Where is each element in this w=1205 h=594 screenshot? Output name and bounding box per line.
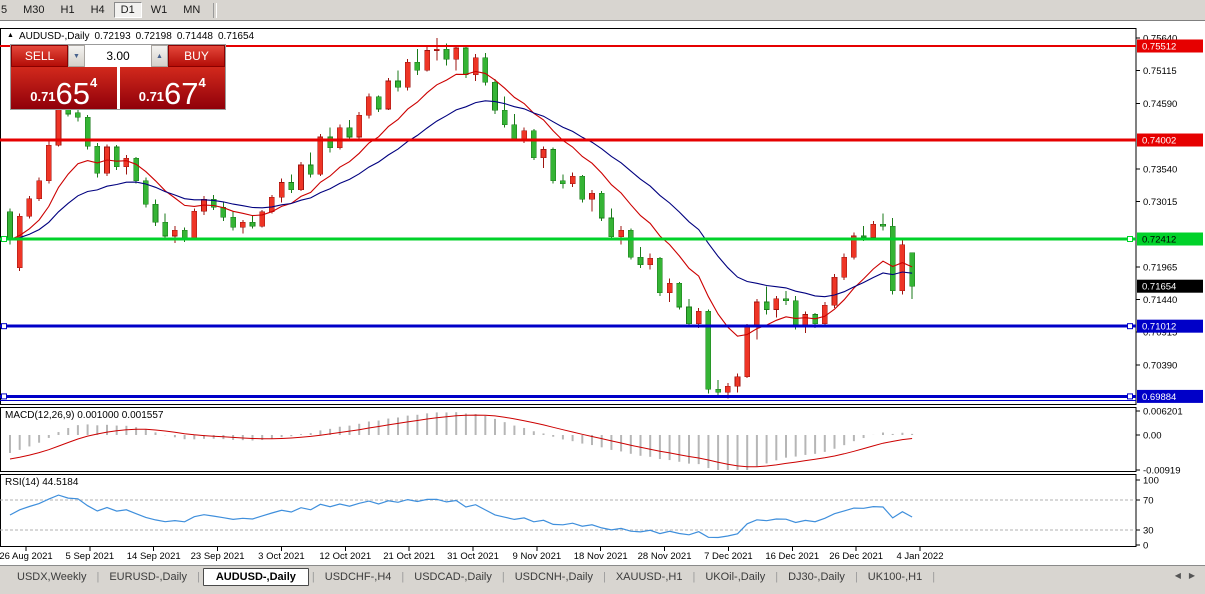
- chevron-up-icon: ▲: [156, 53, 163, 60]
- chevron-down-icon: ▼: [73, 53, 80, 60]
- ohlc-low: 0.71448: [177, 31, 213, 42]
- buy-price-sup: 4: [199, 75, 206, 90]
- buy-price-prefix: 0.71: [139, 89, 164, 104]
- volume-increase-button[interactable]: ▲: [151, 45, 168, 67]
- tab-usdcnh-daily[interactable]: USDCNH-,Daily: [506, 569, 602, 585]
- volume-decrease-button[interactable]: ▼: [68, 45, 85, 67]
- timeframe-button-h1[interactable]: H1: [54, 2, 82, 18]
- ohlc-close: 0.71654: [218, 31, 254, 42]
- timeframe-button-5[interactable]: 5: [0, 2, 14, 18]
- svg-text:4 Jan 2022: 4 Jan 2022: [896, 551, 943, 562]
- svg-text:0.75512: 0.75512: [1142, 41, 1176, 52]
- svg-text:18 Nov 2021: 18 Nov 2021: [574, 551, 628, 562]
- sell-price-sup: 4: [90, 75, 97, 90]
- svg-text:14 Sep 2021: 14 Sep 2021: [127, 551, 181, 562]
- toolbar-separator: [213, 3, 217, 18]
- svg-text:21 Oct 2021: 21 Oct 2021: [383, 551, 435, 562]
- tab-dj30-daily[interactable]: DJ30-,Daily: [779, 569, 854, 585]
- chart-symbol-label: AUDUSD-,Daily: [19, 31, 90, 42]
- svg-text:0.72412: 0.72412: [1142, 235, 1176, 246]
- sell-price-button[interactable]: 0.71654: [11, 67, 117, 109]
- tab-scroll-left-icon[interactable]: ◀: [1175, 571, 1181, 580]
- ohlc-high: 0.72198: [136, 31, 172, 42]
- tab-usdchf-h4[interactable]: USDCHF-,H4: [316, 569, 401, 585]
- svg-text:0.73015: 0.73015: [1143, 197, 1177, 208]
- svg-text:0.74590: 0.74590: [1143, 99, 1177, 110]
- sell-price-big: 65: [56, 81, 90, 107]
- svg-text:0.71440: 0.71440: [1143, 295, 1177, 306]
- timeframe-toolbar: 5M30H1H4D1W1MN: [0, 0, 1205, 21]
- sell-price-prefix: 0.71: [30, 89, 55, 104]
- one-click-trade-panel: SELL ▼ ▲ BUY 0.71654 0.71674: [10, 44, 226, 110]
- tab-usdx-weekly[interactable]: USDX,Weekly: [8, 569, 95, 585]
- svg-text:0.71012: 0.71012: [1142, 322, 1176, 333]
- svg-text:26 Aug 2021: 26 Aug 2021: [0, 551, 53, 562]
- svg-text:70: 70: [1143, 496, 1154, 507]
- svg-text:0.74002: 0.74002: [1142, 136, 1176, 147]
- svg-text:0.006201: 0.006201: [1143, 406, 1183, 417]
- svg-text:26 Dec 2021: 26 Dec 2021: [829, 551, 883, 562]
- svg-text:0.00: 0.00: [1143, 431, 1162, 442]
- svg-text:5 Sep 2021: 5 Sep 2021: [66, 551, 115, 562]
- svg-text:7 Dec 2021: 7 Dec 2021: [704, 551, 753, 562]
- tabs-list: USDX,Weekly|EURUSD-,Daily|AUDUSD-,Daily|…: [0, 568, 936, 586]
- chart-title: ▲ AUDUSD-,Daily 0.72193 0.72198 0.71448 …: [7, 31, 254, 42]
- svg-text:0.71965: 0.71965: [1143, 262, 1177, 273]
- tab-audusd-daily[interactable]: AUDUSD-,Daily: [203, 568, 309, 586]
- timeframe-button-d1[interactable]: D1: [114, 2, 142, 18]
- tab-scroll-arrows: ◀ ▶: [1175, 568, 1195, 580]
- tab-divider: |: [931, 571, 936, 583]
- buy-price-button[interactable]: 0.71674: [120, 67, 226, 109]
- svg-text:0: 0: [1143, 541, 1148, 552]
- svg-text:23 Sep 2021: 23 Sep 2021: [191, 551, 245, 562]
- sell-button[interactable]: SELL: [11, 45, 68, 67]
- svg-text:0.69884: 0.69884: [1142, 392, 1176, 403]
- buy-button[interactable]: BUY: [168, 45, 225, 67]
- collapse-icon[interactable]: ▲: [7, 32, 14, 39]
- buy-price-big: 67: [164, 81, 198, 107]
- tab-scroll-right-icon[interactable]: ▶: [1189, 571, 1195, 580]
- tab-usdcad-daily[interactable]: USDCAD-,Daily: [405, 569, 501, 585]
- tab-ukoil-daily[interactable]: UKOil-,Daily: [696, 569, 774, 585]
- timeframe-button-h4[interactable]: H4: [84, 2, 112, 18]
- ohlc-open: 0.72193: [95, 31, 131, 42]
- chart-tab-bar: USDX,Weekly|EURUSD-,Daily|AUDUSD-,Daily|…: [0, 565, 1205, 594]
- svg-text:0.75115: 0.75115: [1143, 66, 1177, 77]
- volume-stepper: ▼ ▲: [68, 45, 168, 67]
- tab-xauusd-h1[interactable]: XAUUSD-,H1: [607, 569, 692, 585]
- svg-text:30: 30: [1143, 526, 1154, 537]
- svg-text:MACD(12,26,9) 0.001000 0.00155: MACD(12,26,9) 0.001000 0.001557: [5, 410, 164, 421]
- svg-text:3 Oct 2021: 3 Oct 2021: [258, 551, 304, 562]
- svg-text:100: 100: [1143, 476, 1159, 487]
- svg-text:0.71654: 0.71654: [1142, 282, 1176, 293]
- svg-text:9 Nov 2021: 9 Nov 2021: [513, 551, 562, 562]
- svg-text:0.73540: 0.73540: [1143, 164, 1177, 175]
- svg-text:0.70390: 0.70390: [1143, 360, 1177, 371]
- svg-text:RSI(14) 44.5184: RSI(14) 44.5184: [5, 477, 79, 488]
- timeframe-button-m30[interactable]: M30: [16, 2, 51, 18]
- svg-text:16 Dec 2021: 16 Dec 2021: [765, 551, 819, 562]
- tab-eurusd-daily[interactable]: EURUSD-,Daily: [100, 569, 196, 585]
- tab-divider: |: [196, 571, 201, 583]
- svg-text:12 Oct 2021: 12 Oct 2021: [319, 551, 371, 562]
- svg-text:31 Oct 2021: 31 Oct 2021: [447, 551, 499, 562]
- volume-input[interactable]: [85, 45, 151, 67]
- svg-text:28 Nov 2021: 28 Nov 2021: [638, 551, 692, 562]
- timeframe-button-w1[interactable]: W1: [144, 2, 175, 18]
- timeframe-button-mn[interactable]: MN: [176, 2, 207, 18]
- tab-uk100-h1[interactable]: UK100-,H1: [859, 569, 931, 585]
